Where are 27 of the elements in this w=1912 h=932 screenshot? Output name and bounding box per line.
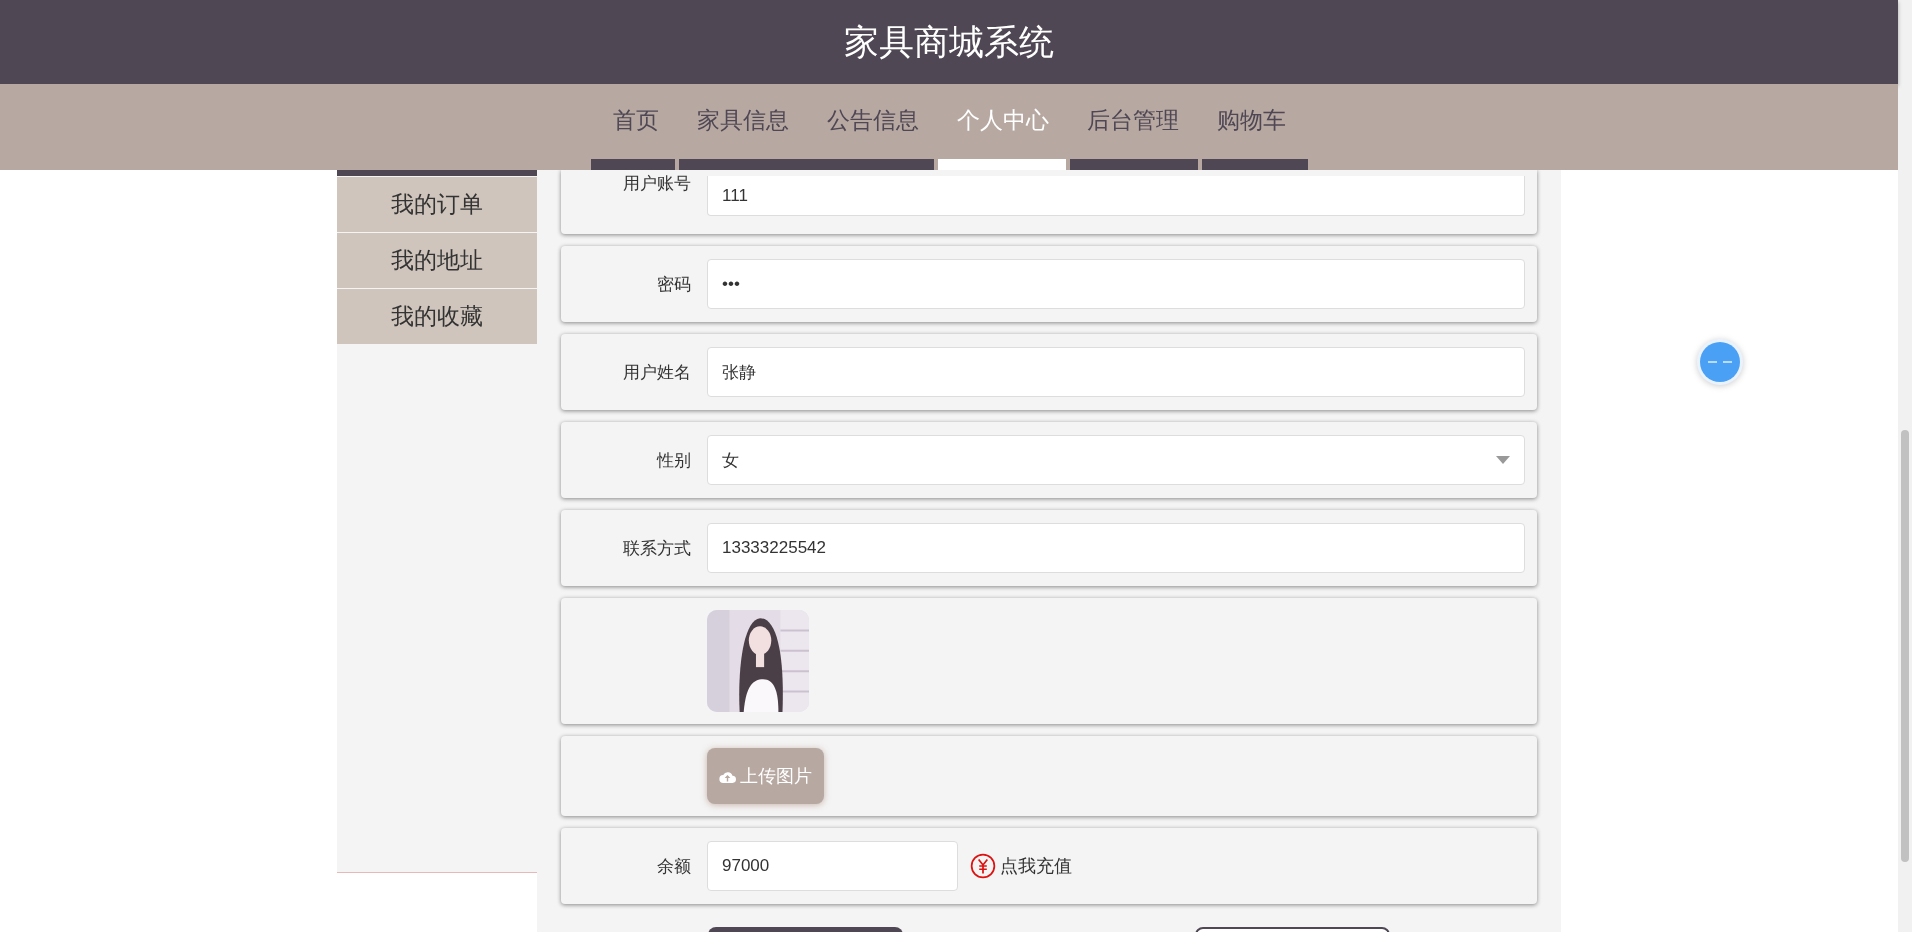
nav-link[interactable]: 首页 <box>596 105 675 136</box>
nav-link[interactable]: 家具信息 <box>680 105 805 136</box>
nav-link[interactable]: 公告信息 <box>810 105 935 136</box>
recharge-link[interactable]: 点我充值 <box>970 853 1072 879</box>
yen-icon <box>970 853 996 879</box>
field-label: 余额 <box>657 856 691 876</box>
sidebar-item[interactable]: 我的订单 <box>337 177 537 232</box>
scrollbar[interactable] <box>1898 0 1912 932</box>
site-title: 家具商城系统 <box>844 20 1054 63</box>
sidebar-item[interactable]: 我的地址 <box>337 233 537 288</box>
input-field[interactable]: 97000 <box>707 841 958 891</box>
input-field[interactable]: ••• <box>707 259 1525 309</box>
input-field[interactable]: 13333225542 <box>707 523 1525 573</box>
field-label: 密码 <box>657 274 691 294</box>
field-label: 性别 <box>657 450 691 470</box>
cloud-upload-icon <box>719 769 736 783</box>
input-field[interactable]: 111 <box>707 176 1525 216</box>
nav-link[interactable]: 购物车 <box>1200 105 1302 136</box>
field-label: 用户姓名 <box>623 362 691 382</box>
caret-icon <box>1496 456 1510 464</box>
assistant-icon[interactable] <box>1696 338 1744 386</box>
field-label: 联系方式 <box>623 538 691 558</box>
field-label: 用户账号 <box>623 174 691 193</box>
input-field[interactable]: 张静 <box>707 347 1525 397</box>
nav-link[interactable]: 后台管理 <box>1070 105 1195 136</box>
select-field[interactable]: 女 <box>707 435 1525 485</box>
sidebar-item[interactable]: 我的收藏 <box>337 289 537 344</box>
